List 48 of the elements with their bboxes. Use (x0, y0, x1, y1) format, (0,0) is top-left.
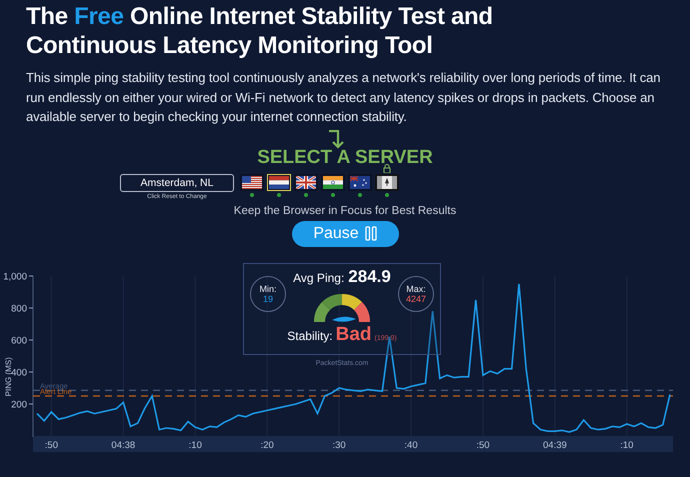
focus-note: Keep the Browser in Focus for Best Results (234, 204, 456, 216)
x-tick-label: :10 (620, 440, 634, 450)
status-dot-icon (358, 192, 362, 196)
x-tick-label: :20 (260, 440, 274, 450)
pause-icon (364, 226, 377, 241)
flag-icon (269, 176, 289, 188)
server-flag-button[interactable] (294, 174, 318, 190)
max-label: Max: (406, 284, 426, 294)
y-tick-label: 600 (11, 335, 27, 346)
x-tick-label: :50 (44, 440, 58, 450)
server-field[interactable]: Amsterdam, NL (120, 174, 234, 192)
server-flag-button[interactable] (375, 174, 399, 190)
flag-icon (296, 176, 316, 188)
status-dot-icon (331, 192, 335, 196)
server-flag-button[interactable] (348, 174, 372, 190)
min-value: 19 (262, 294, 273, 304)
y-tick-label: 800 (11, 303, 27, 314)
x-tick-label: :10 (188, 440, 202, 450)
status-dot-icon (277, 192, 281, 196)
x-tick-label: :50 (476, 440, 490, 450)
x-tick-label: :30 (332, 440, 346, 450)
intro-paragraph: This simple ping stability testing tool continuously analyzes a network's reliability over long periods of time. It can run endlessly on either your wired or Wi-Fi network to detect any latency spikes or drops in packets. Choose an available server to begin checking your internet connection stability. (26, 69, 662, 126)
x-tick-label: 04:39 (543, 440, 567, 450)
max-value: 4247 (406, 294, 426, 304)
server-flag-button[interactable] (321, 174, 345, 190)
stability-value: Bad (336, 324, 372, 346)
status-dot-icon (385, 192, 389, 196)
flag-icon (323, 176, 343, 188)
status-dot-icon (250, 192, 254, 196)
x-tick-label: :40 (404, 440, 418, 450)
flag-icon (242, 176, 262, 188)
avg-label: Avg Ping: (293, 270, 344, 284)
y-tick-label: 400 (11, 367, 27, 378)
y-tick-label: 200 (11, 399, 27, 410)
status-dot-icon (304, 192, 308, 196)
arrow-icon (326, 130, 344, 150)
avg-value: 284.9 (348, 266, 391, 286)
y-axis-title: PING (MS) (4, 356, 13, 396)
lock-icon (383, 164, 391, 172)
section-heading: SELECT A SERVER (257, 148, 433, 166)
server-flag-button[interactable] (240, 174, 264, 190)
page-title: The Free Online Internet Stability Test and Continuous Latency Monitoring Tool (26, 2, 494, 60)
stability-label: Stability: (287, 328, 333, 342)
y-tick-label: 1,000 (3, 271, 27, 282)
min-label: Min: (259, 284, 276, 294)
flag-icon (350, 176, 370, 188)
x-tick-label: 04:38 (111, 440, 136, 450)
flag-icon (377, 176, 397, 188)
